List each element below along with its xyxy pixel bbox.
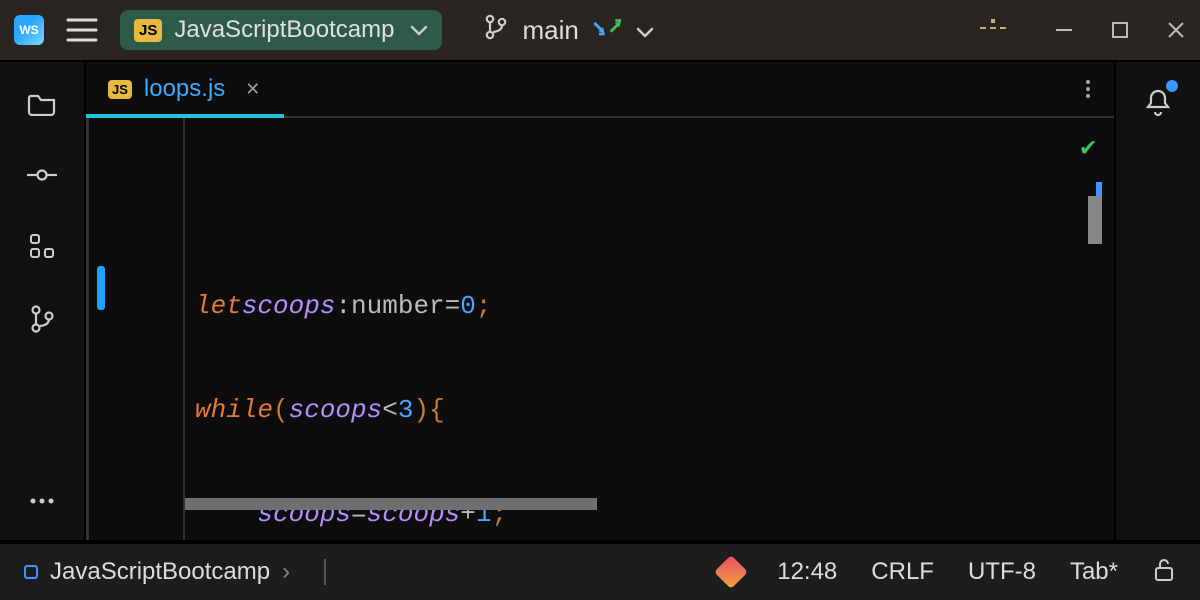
editor-tab[interactable]: JS loops.js ✕ [86, 62, 282, 116]
line-highlight-indicator [97, 266, 105, 310]
code-text-area[interactable]: ✔ let scoops :number= 0; while (scoops <… [185, 118, 1114, 540]
vcs-tool-icon[interactable] [27, 304, 57, 334]
scrollbar-markers[interactable] [1084, 182, 1102, 262]
project-tool-icon[interactable] [27, 88, 57, 118]
editor: JS loops.js ✕ ✔ let scoops :number= 0; w… [86, 62, 1114, 540]
no-problems-icon[interactable]: ✔ [1080, 132, 1096, 163]
ai-assistant-icon[interactable] [714, 555, 748, 589]
editor-tab-bar: JS loops.js ✕ [86, 62, 1114, 118]
main-area: JS loops.js ✕ ✔ let scoops :number= 0; w… [0, 60, 1200, 542]
js-badge-icon: JS [134, 19, 162, 42]
app-logo [14, 15, 44, 45]
close-tab-icon[interactable]: ✕ [245, 79, 260, 100]
readonly-toggle-icon[interactable] [1152, 556, 1176, 588]
minimize-button[interactable] [1054, 21, 1074, 39]
tab-options-button[interactable] [1062, 80, 1114, 98]
code-line: while (scoops < 3) { [195, 388, 1104, 432]
chevron-down-icon[interactable] [636, 15, 654, 46]
titlebar: JS JavaScriptBootcamp main ⭸ ⭷ [0, 0, 1200, 60]
chevron-down-icon [410, 16, 428, 44]
notification-badge [1166, 80, 1178, 92]
code-with-me-icon[interactable] [974, 16, 1018, 44]
left-tool-strip [0, 62, 86, 540]
branch-icon [484, 14, 508, 47]
structure-tool-icon[interactable] [27, 232, 57, 262]
js-file-icon: JS [108, 80, 132, 99]
scope-selector[interactable]: JavaScriptBootcamp › [24, 558, 290, 586]
scope-name: JavaScriptBootcamp [50, 558, 270, 586]
outgoing-arrow-icon: ⭷ [609, 13, 621, 47]
indent-settings[interactable]: Tab* [1070, 558, 1118, 586]
code-line: let scoops :number= 0; [195, 284, 1104, 328]
project-name: JavaScriptBootcamp [174, 16, 394, 44]
window-controls [974, 16, 1186, 44]
main-menu-button[interactable] [66, 17, 98, 43]
branch-name: main [522, 15, 578, 46]
file-encoding[interactable]: UTF-8 [968, 558, 1036, 586]
line-separator[interactable]: CRLF [871, 558, 934, 586]
breadcrumb-separator-icon: › [282, 558, 290, 586]
commit-tool-icon[interactable] [27, 160, 57, 190]
tab-filename: loops.js [144, 75, 225, 103]
module-icon [24, 565, 38, 579]
close-button[interactable] [1166, 21, 1186, 39]
notifications-icon[interactable] [1143, 88, 1173, 118]
incoming-arrow-icon: ⭸ [593, 13, 605, 47]
status-bar: JavaScriptBootcamp › 12:48 CRLF UTF-8 Ta… [0, 542, 1200, 600]
update-project-icon[interactable]: ⭸ ⭷ [593, 13, 622, 47]
horizontal-scrollbar-thumb[interactable] [185, 498, 597, 510]
code-viewport: ✔ let scoops :number= 0; while (scoops <… [86, 118, 1114, 540]
more-tools-icon[interactable] [27, 486, 57, 516]
git-branch-widget[interactable]: main ⭸ ⭷ [484, 13, 653, 47]
maximize-button[interactable] [1110, 21, 1130, 39]
vertical-scrollbar-thumb[interactable] [1088, 196, 1102, 244]
project-selector[interactable]: JS JavaScriptBootcamp [120, 10, 442, 50]
status-divider [324, 559, 326, 585]
cursor-position[interactable]: 12:48 [777, 558, 837, 586]
right-tool-strip [1114, 62, 1200, 540]
editor-gutter[interactable] [89, 118, 185, 540]
